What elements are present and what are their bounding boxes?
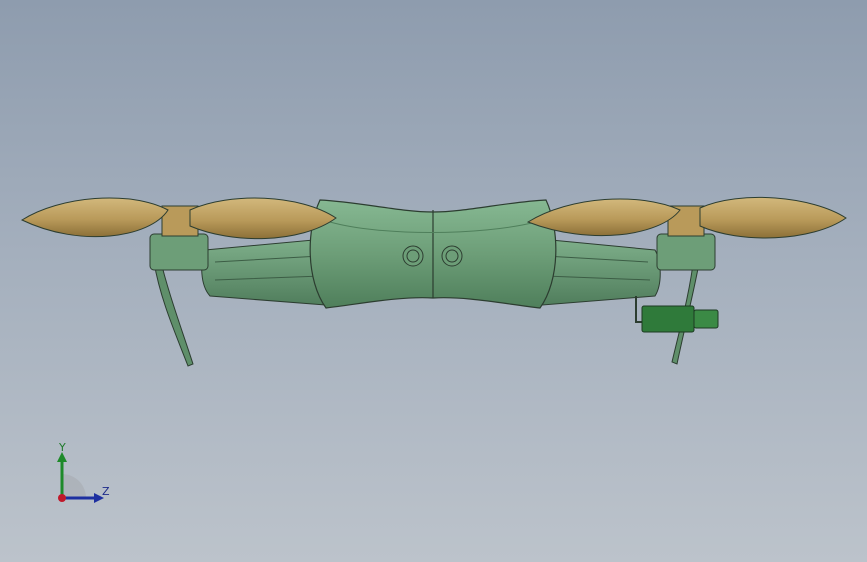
axis-z-label: Z: [102, 485, 110, 498]
right-propeller-blade-outer: [699, 196, 847, 239]
axis-y-label: Y: [59, 441, 66, 454]
left-landing-leg: [153, 257, 194, 367]
right-sensor: [441, 245, 463, 267]
drone-model[interactable]: [0, 0, 867, 562]
left-sensor: [402, 245, 424, 267]
triad-plane: [62, 474, 86, 498]
cad-viewport[interactable]: Y Z: [0, 0, 867, 562]
triad-axes: [57, 452, 104, 503]
reference-triad: Y Z: [40, 438, 120, 510]
x-axis-origin: [58, 494, 66, 502]
right-motor-mount: [656, 233, 716, 271]
camera-gimbal: [641, 305, 695, 333]
camera-lens: [693, 309, 719, 329]
left-motor-mount: [149, 233, 209, 271]
left-propeller-blade-outer: [20, 197, 169, 238]
